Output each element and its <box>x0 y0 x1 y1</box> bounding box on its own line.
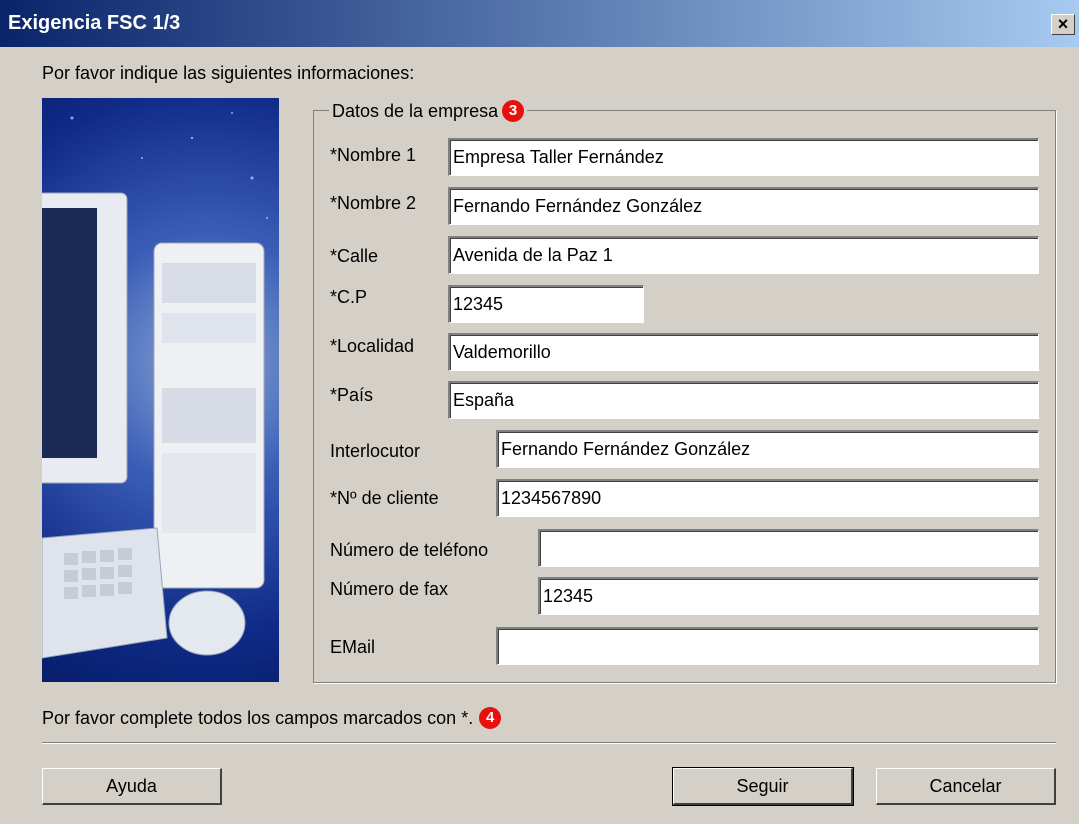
computer-illustration <box>42 98 279 682</box>
label-nombre-1: *Nombre 1 <box>330 145 417 165</box>
window-title: Exigencia FSC 1/3 <box>8 12 181 34</box>
calle-value[interactable] <box>453 238 1035 273</box>
telefono-input[interactable] <box>538 529 1039 567</box>
cp-value[interactable] <box>453 287 640 322</box>
fax-value[interactable] <box>543 579 1035 614</box>
nombre-2-value[interactable] <box>453 189 1035 224</box>
localidad-input[interactable] <box>448 333 1039 371</box>
email-value[interactable] <box>501 629 1035 664</box>
help-button[interactable]: Ayuda <box>42 768 222 805</box>
no-cliente-value[interactable] <box>501 481 1035 516</box>
fax-input[interactable] <box>538 577 1039 615</box>
cancel-button[interactable]: Cancelar <box>876 768 1056 805</box>
interlocutor-input[interactable] <box>496 430 1039 468</box>
cp-input[interactable] <box>448 285 644 323</box>
required-note: Por favor complete todos los campos marc… <box>42 707 502 729</box>
intro-text: Por favor indique las siguientes informa… <box>42 63 415 83</box>
group-legend-text: Datos de la empresa <box>332 100 499 121</box>
nombre-1-value[interactable] <box>453 140 1035 175</box>
calle-input[interactable] <box>448 236 1039 274</box>
label-no-cliente: *Nº de cliente <box>330 488 439 508</box>
group-legend: Datos de la empresa 3 <box>329 100 528 122</box>
nombre-1-input[interactable] <box>448 138 1039 176</box>
label-nombre-2: *Nombre 2 <box>330 193 417 213</box>
computer-illustration-graphic <box>42 112 268 659</box>
interlocutor-value[interactable] <box>501 432 1035 467</box>
title-bar[interactable]: Exigencia FSC 1/3 × <box>0 0 1079 47</box>
pais-input[interactable] <box>448 381 1039 419</box>
label-cp: *C.P <box>330 287 368 307</box>
close-icon: × <box>1057 14 1069 34</box>
next-button[interactable]: Seguir <box>672 767 854 806</box>
label-fax: Número de fax <box>330 579 449 599</box>
pais-value[interactable] <box>453 383 1035 418</box>
required-note-text: Por favor complete todos los campos marc… <box>42 707 474 728</box>
label-interlocutor: Interlocutor <box>330 441 421 461</box>
nombre-2-input[interactable] <box>448 187 1039 225</box>
label-email: EMail <box>330 637 376 657</box>
email-input[interactable] <box>496 627 1039 665</box>
label-telefono: Número de teléfono <box>330 540 489 560</box>
dialog-window: Exigencia FSC 1/3 × Por favor indique la… <box>0 0 1079 824</box>
label-calle: *Calle <box>330 246 379 266</box>
step-badge-4: 4 <box>479 707 502 729</box>
close-button[interactable]: × <box>1051 14 1075 35</box>
footer-separator <box>42 742 1056 744</box>
step-badge-3: 3 <box>502 100 525 122</box>
no-cliente-input[interactable] <box>496 479 1039 517</box>
telefono-value[interactable] <box>543 531 1035 566</box>
label-pais: *País <box>330 385 374 405</box>
localidad-value[interactable] <box>453 335 1035 370</box>
label-localidad: *Localidad <box>330 336 415 356</box>
